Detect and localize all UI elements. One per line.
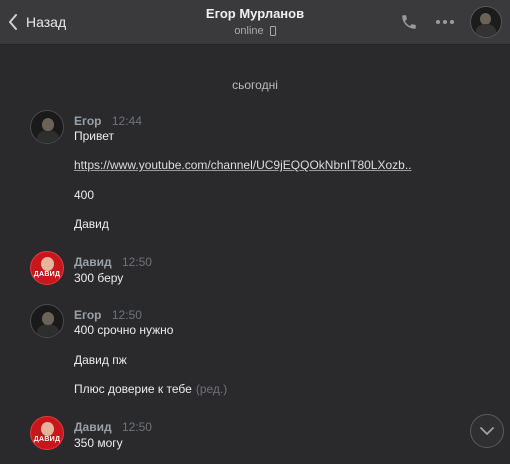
message-text: 400 срочно нужно [74, 323, 174, 337]
avatar[interactable] [30, 110, 64, 144]
author-name[interactable]: Давид [74, 420, 112, 434]
message-text: Давид [74, 217, 109, 231]
message-text: Привет [74, 129, 115, 143]
message-text: 400 [74, 188, 95, 202]
phone-icon [402, 15, 416, 29]
date-separator: сьогодні [232, 78, 278, 92]
message-text: 300 беру [74, 271, 124, 285]
author-name[interactable]: Егор [74, 308, 102, 322]
message-meta: Давид 12:50 [74, 255, 152, 269]
message-text: Плюс доверие к тебе [74, 382, 192, 396]
message-meta: Егор 12:44 [74, 114, 142, 128]
header-avatar[interactable] [470, 6, 502, 38]
message-time: 12:44 [111, 114, 142, 128]
chat-header: Назад Егор Мурланов online [0, 0, 510, 45]
more-button[interactable] [434, 11, 456, 33]
message-text-edited: Плюс доверие к тебе (ред.) [74, 382, 227, 396]
author-name[interactable]: Егор [74, 114, 102, 128]
more-dots-icon [436, 20, 454, 24]
avatar[interactable]: ДАВИД [30, 416, 64, 450]
message-meta: Давид 12:50 [74, 420, 152, 434]
status-text: online [234, 25, 264, 37]
call-button[interactable] [398, 11, 420, 33]
message-meta: Егор 12:50 [74, 308, 142, 322]
edited-label: (ред.) [195, 382, 228, 396]
avatar[interactable] [30, 304, 64, 338]
chevron-down-icon [480, 426, 494, 435]
message-time: 12:50 [121, 255, 152, 269]
scroll-down-button[interactable] [470, 414, 504, 448]
message-link[interactable]: https://www.youtube.com/channel/UC9jEQQO… [74, 158, 412, 172]
message-text: 350 могу [74, 436, 123, 450]
message-time: 12:50 [111, 308, 142, 322]
message-text: Давид пж [74, 353, 127, 367]
avatar[interactable]: ДАВИД [30, 251, 64, 285]
message-time: 12:50 [121, 420, 152, 434]
author-name[interactable]: Давид [74, 255, 112, 269]
mobile-device-icon [269, 26, 276, 36]
